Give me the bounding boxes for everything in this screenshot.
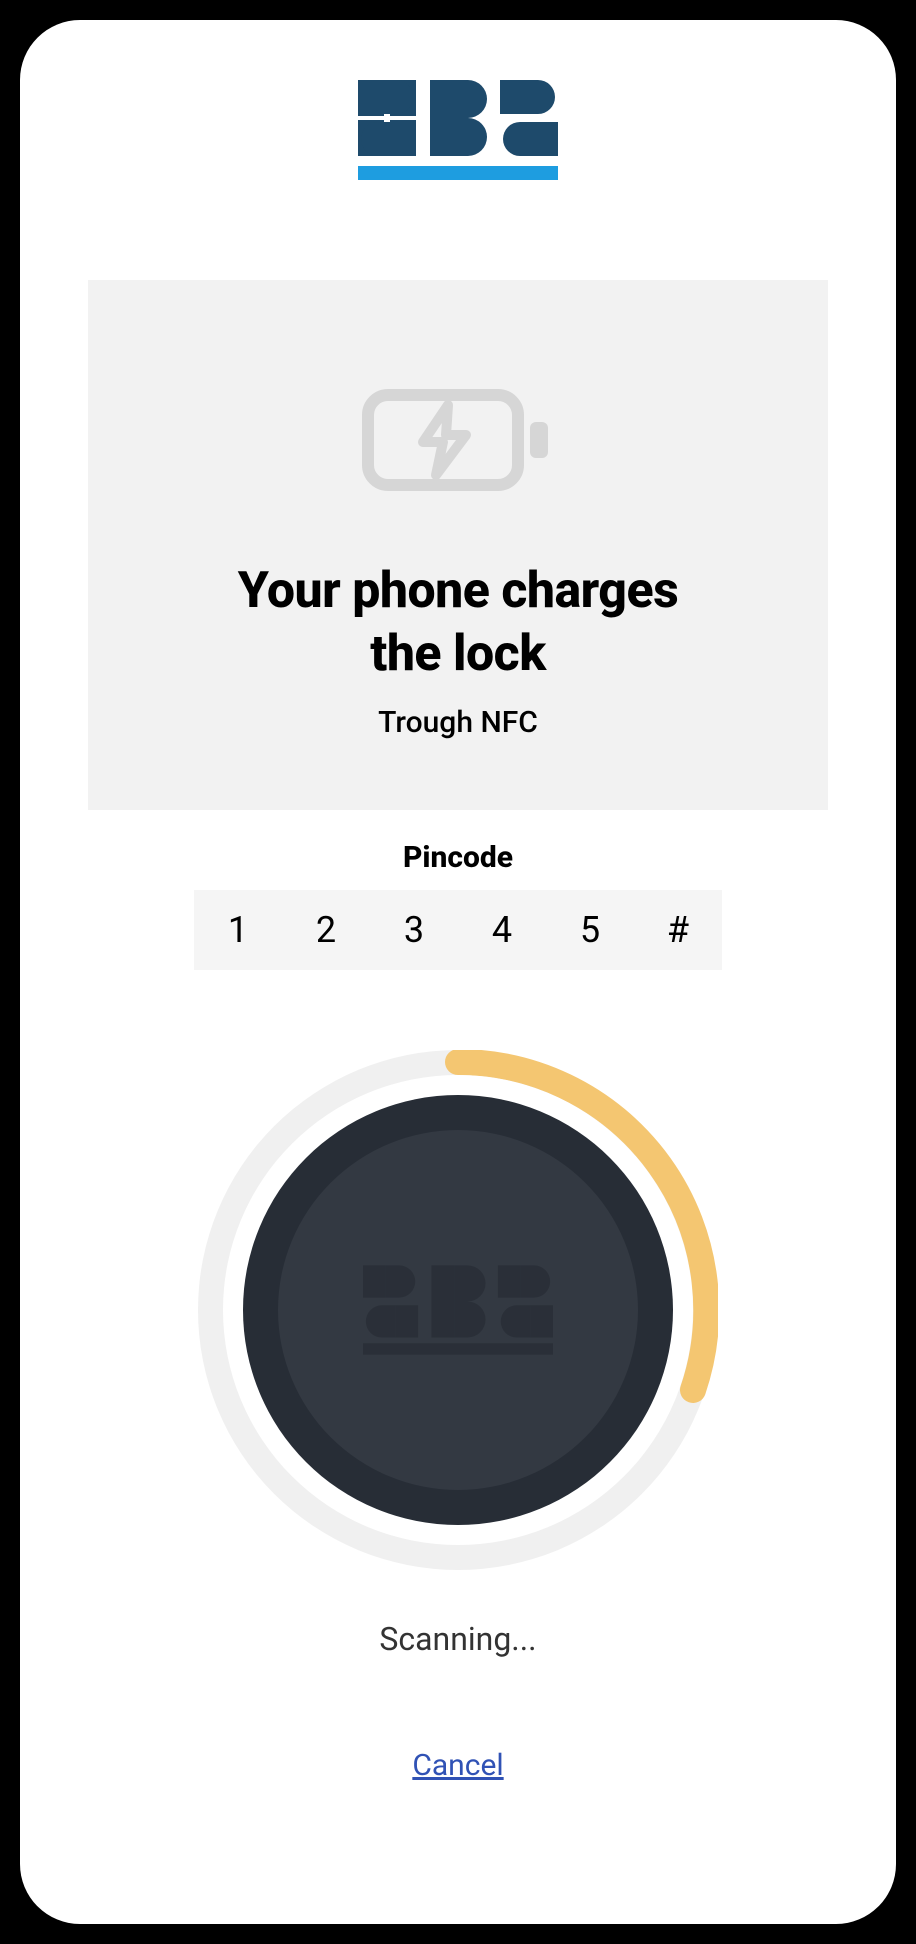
cancel-button[interactable]: Cancel	[412, 1748, 503, 1783]
brand-logo	[358, 80, 558, 180]
pincode-digit: 1	[194, 890, 282, 970]
device-frame: Your phone charges the lock Trough NFC P…	[0, 0, 916, 1944]
scanner-center	[278, 1130, 638, 1490]
pincode-digit: #	[634, 890, 722, 970]
scanner-status-text: Scanning...	[379, 1620, 536, 1658]
sbs-logo-icon	[358, 80, 558, 156]
nfc-scanner	[198, 1050, 718, 1570]
info-title-line2: the lock	[370, 625, 545, 683]
pincode-label: Pincode	[403, 840, 513, 875]
info-card: Your phone charges the lock Trough NFC	[88, 280, 828, 810]
pincode-digit: 3	[370, 890, 458, 970]
pincode-digit: 4	[458, 890, 546, 970]
info-card-title: Your phone charges the lock	[238, 560, 679, 685]
pincode-row: 1 2 3 4 5 #	[194, 890, 722, 970]
pincode-digit: 2	[282, 890, 370, 970]
info-card-subtitle: Trough NFC	[378, 705, 538, 740]
battery-charging-icon	[358, 380, 558, 500]
pincode-digit: 5	[546, 890, 634, 970]
info-title-line1: Your phone charges	[238, 562, 679, 620]
screen: Your phone charges the lock Trough NFC P…	[20, 20, 896, 1924]
sbs-logo-dark-icon	[363, 1265, 553, 1355]
logo-underline	[358, 166, 558, 180]
